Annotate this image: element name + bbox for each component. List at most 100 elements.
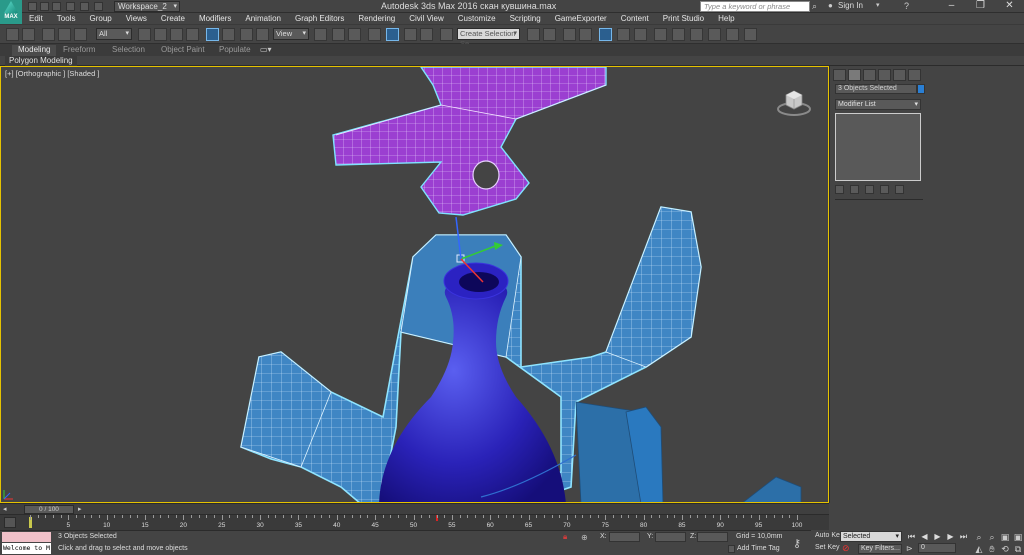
snaps-toggle-icon[interactable] xyxy=(368,28,381,41)
search-input[interactable]: Type a keyword or phrase xyxy=(700,1,810,12)
play-icon[interactable]: ▶ xyxy=(932,532,943,541)
new-file-icon[interactable] xyxy=(28,2,37,11)
go-to-start-icon[interactable]: ⏮ xyxy=(906,532,917,541)
spinner-snap-icon[interactable] xyxy=(420,28,433,41)
pivot-center-icon[interactable] xyxy=(314,28,327,41)
key-mode-toggle-icon[interactable]: ⊳ xyxy=(906,544,913,553)
window-crossing-icon[interactable] xyxy=(186,28,199,41)
open-file-icon[interactable] xyxy=(40,2,49,11)
menu-edit[interactable]: Edit xyxy=(29,13,43,24)
render-setup-icon[interactable] xyxy=(672,28,685,41)
keyboard-shortcut-override-icon[interactable] xyxy=(348,28,361,41)
minimize-icon[interactable]: – xyxy=(937,0,966,13)
align-icon[interactable] xyxy=(543,28,556,41)
maximize-viewport-icon[interactable]: ⧉ xyxy=(1013,544,1023,554)
modifier-list-dropdown[interactable]: Modifier List xyxy=(835,99,921,110)
tab-freeform[interactable]: Freeform xyxy=(57,45,101,56)
percent-snap-icon[interactable] xyxy=(404,28,417,41)
zoom-icon[interactable]: ⌕ xyxy=(974,532,984,542)
key-filters-button[interactable]: Key Filters... xyxy=(858,544,902,554)
current-frame-field[interactable]: 0 xyxy=(918,543,956,553)
previous-frame-icon[interactable]: ◀ xyxy=(919,532,930,541)
menu-civil-view[interactable]: Civil View xyxy=(409,13,444,24)
user-icon[interactable]: ● xyxy=(828,1,833,10)
pin-stack-icon[interactable] xyxy=(835,185,844,194)
show-end-result-icon[interactable] xyxy=(850,185,859,194)
zoom-extents-all-icon[interactable]: ▣ xyxy=(1013,532,1023,542)
tab-modeling[interactable]: Modeling xyxy=(12,45,57,56)
maxscript-mini-listener[interactable]: Welcome to M xyxy=(2,543,51,554)
undo-toolbar-icon[interactable] xyxy=(6,28,19,41)
time-slider[interactable]: ◂ 0 / 100 ▸ xyxy=(0,503,829,514)
placement-icon[interactable] xyxy=(256,28,269,41)
tab-populate[interactable]: Populate xyxy=(213,45,257,56)
x-coord-field[interactable] xyxy=(609,532,640,542)
menu-scripting[interactable]: Scripting xyxy=(510,13,541,24)
selection-filter-dropdown[interactable]: All xyxy=(96,28,132,40)
toggle-scene-explorer-icon[interactable] xyxy=(563,28,576,41)
project-folder-icon[interactable] xyxy=(94,2,103,11)
menu-modifiers[interactable]: Modifiers xyxy=(199,13,231,24)
polygon-modeling-panel[interactable]: Polygon Modeling xyxy=(5,56,77,66)
modify-tab-icon[interactable] xyxy=(848,69,861,81)
tab-object-paint[interactable]: Object Paint xyxy=(155,45,211,56)
pan-icon[interactable]: ✋︎ xyxy=(987,544,997,554)
selection-lock-icon[interactable]: 🔒︎ xyxy=(563,533,570,541)
toggle-ribbon-icon[interactable] xyxy=(599,28,612,41)
menu-group[interactable]: Group xyxy=(89,13,111,24)
time-slider-thumb[interactable]: 0 / 100 xyxy=(24,505,74,514)
select-object-icon[interactable] xyxy=(138,28,151,41)
undo-icon[interactable] xyxy=(66,2,75,11)
reference-coordinate-dropdown[interactable]: View xyxy=(273,28,309,40)
menu-print-studio[interactable]: Print Studio xyxy=(663,13,704,24)
make-unique-icon[interactable] xyxy=(865,185,874,194)
viewcube-icon[interactable] xyxy=(776,83,812,119)
object-color-swatch[interactable] xyxy=(917,84,925,94)
select-and-scale-icon[interactable] xyxy=(240,28,253,41)
mirror-icon[interactable] xyxy=(527,28,540,41)
object-name-field[interactable]: 3 Objects Selected xyxy=(835,84,917,94)
key-set-dropdown[interactable]: Selected xyxy=(840,531,902,542)
material-editor-icon[interactable] xyxy=(654,28,667,41)
tab-selection[interactable]: Selection xyxy=(106,45,151,56)
schematic-view-icon[interactable] xyxy=(634,28,647,41)
link-icon[interactable] xyxy=(42,28,55,41)
utilities-tab-icon[interactable] xyxy=(908,69,921,81)
menu-animation[interactable]: Animation xyxy=(245,13,281,24)
save-file-icon[interactable] xyxy=(52,2,61,11)
a360-gallery-icon[interactable] xyxy=(744,28,757,41)
rendered-frame-window-icon[interactable] xyxy=(690,28,703,41)
key-icon[interactable]: ⚷ xyxy=(793,537,801,550)
maxscript-mini-listener-top[interactable] xyxy=(2,532,51,542)
motion-tab-icon[interactable] xyxy=(878,69,891,81)
select-manipulate-icon[interactable] xyxy=(332,28,345,41)
close-icon[interactable]: ✕ xyxy=(995,0,1024,13)
menu-rendering[interactable]: Rendering xyxy=(358,13,395,24)
sign-in-link[interactable]: Sign In xyxy=(838,1,863,10)
menu-gameexporter[interactable]: GameExporter xyxy=(555,13,607,24)
remove-modifier-icon[interactable] xyxy=(880,185,889,194)
edit-named-selection-icon[interactable] xyxy=(440,28,453,41)
menu-tools[interactable]: Tools xyxy=(57,13,76,24)
time-tag-icon[interactable] xyxy=(728,545,735,553)
rectangular-selection-icon[interactable] xyxy=(170,28,183,41)
slider-next-icon[interactable]: ▸ xyxy=(78,505,82,513)
workspace-dropdown[interactable]: Workspace_2 xyxy=(114,1,180,12)
ribbon-options-icon[interactable]: ▭▾ xyxy=(260,45,272,54)
menu-help[interactable]: Help xyxy=(718,13,734,24)
display-tab-icon[interactable] xyxy=(893,69,906,81)
angle-snap-icon[interactable] xyxy=(386,28,399,41)
set-key-button[interactable]: Set Key xyxy=(815,544,840,551)
redo-icon[interactable] xyxy=(80,2,89,11)
next-frame-icon[interactable]: ▶ xyxy=(945,532,956,541)
menu-create[interactable]: Create xyxy=(161,13,185,24)
select-and-rotate-icon[interactable] xyxy=(222,28,235,41)
menu-views[interactable]: Views xyxy=(126,13,147,24)
redo-toolbar-icon[interactable] xyxy=(22,28,35,41)
z-coord-field[interactable] xyxy=(697,532,728,542)
add-time-tag[interactable]: Add Time Tag xyxy=(737,545,780,552)
unlink-icon[interactable] xyxy=(58,28,71,41)
slider-prev-icon[interactable]: ◂ xyxy=(3,505,7,513)
signin-chevron-down-icon[interactable]: ▾ xyxy=(876,1,880,9)
viewport-perspective[interactable]: [+] [Orthographic ] [Shaded ] xyxy=(0,66,829,503)
